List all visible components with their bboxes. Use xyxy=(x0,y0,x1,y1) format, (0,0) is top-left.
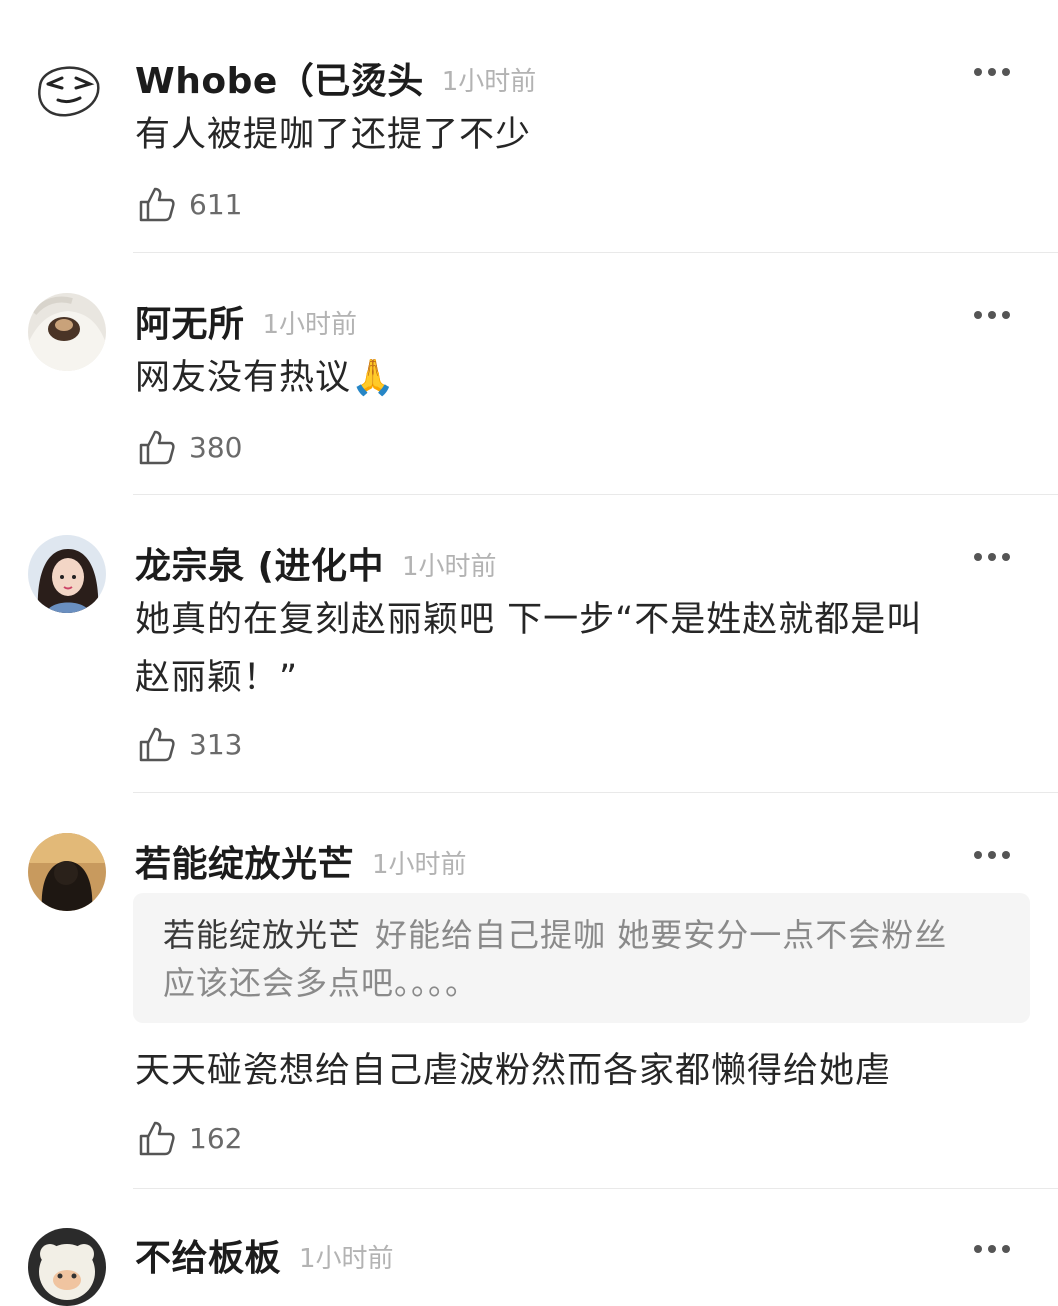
like-count: 313 xyxy=(189,727,243,761)
avatar[interactable] xyxy=(28,833,106,911)
like-count: 611 xyxy=(189,187,243,221)
username[interactable]: 龙宗泉 (进化中 1小时前 xyxy=(135,537,497,589)
comment-text: 有人被提咖了还提了不少 xyxy=(135,115,532,155)
thumbs-up-icon xyxy=(137,427,177,467)
avatar[interactable] xyxy=(28,50,106,128)
comment-text-line: 她真的在复刻赵丽颖吧 下一步“不是姓赵就都是叫 xyxy=(135,600,923,640)
quoted-reply-line: 应该还会多点吧。。。。 xyxy=(163,964,479,1002)
username[interactable]: Whobe（已烫头 1小时前 xyxy=(135,52,536,104)
more-options-icon[interactable] xyxy=(972,308,1012,322)
quoted-username[interactable]: 若能绽放光芒 xyxy=(163,916,361,954)
folded-hands-emoji: 🙏 xyxy=(351,358,396,398)
thumbs-up-icon xyxy=(137,1118,177,1158)
timestamp: 1小时前 xyxy=(262,310,358,340)
divider xyxy=(133,792,1058,793)
divider xyxy=(133,1188,1058,1189)
comment-text: 她真的在复刻赵丽颖吧 下一步“不是姓赵就都是叫 赵丽颖！” xyxy=(135,591,1025,707)
like-count: 162 xyxy=(189,1121,243,1155)
more-options-icon[interactable] xyxy=(972,1242,1012,1256)
avatar[interactable] xyxy=(28,293,106,371)
comment-text: 网友没有热议🙏 xyxy=(135,358,396,398)
more-options-icon[interactable] xyxy=(972,848,1012,862)
timestamp: 1小时前 xyxy=(299,1244,394,1274)
like-button[interactable]: 313 xyxy=(137,724,242,764)
more-options-icon[interactable] xyxy=(972,550,1012,564)
timestamp: 1小时前 xyxy=(441,67,537,97)
divider xyxy=(133,252,1058,253)
username[interactable]: 不给板板 1小时前 xyxy=(135,1229,394,1281)
timestamp: 1小时前 xyxy=(372,850,467,880)
quoted-reply[interactable]: 若能绽放光芒 好能给自己提咖 她要安分一点不会粉丝 应该还会多点吧。。。。 xyxy=(133,893,1030,1023)
divider xyxy=(133,494,1058,495)
thumbs-up-icon xyxy=(137,184,177,224)
like-count: 380 xyxy=(189,430,243,464)
like-button[interactable]: 162 xyxy=(137,1118,242,1158)
like-button[interactable]: 380 xyxy=(137,427,242,467)
avatar[interactable] xyxy=(28,1228,106,1306)
like-button[interactable]: 611 xyxy=(137,184,242,224)
comment-text: 天天碰瓷想给自己虐波粉然而各家都懒得给她虐 xyxy=(135,1051,892,1091)
quoted-reply-line: 若能绽放光芒 好能给自己提咖 她要安分一点不会粉丝 xyxy=(163,916,948,954)
username[interactable]: 若能绽放光芒 1小时前 xyxy=(135,835,467,887)
avatar[interactable] xyxy=(28,535,106,613)
timestamp: 1小时前 xyxy=(402,552,497,582)
username[interactable]: 阿无所 1小时前 xyxy=(135,295,357,347)
comment-text-line: 赵丽颖！” xyxy=(135,658,299,698)
more-options-icon[interactable] xyxy=(972,65,1012,79)
thumbs-up-icon xyxy=(137,724,177,764)
